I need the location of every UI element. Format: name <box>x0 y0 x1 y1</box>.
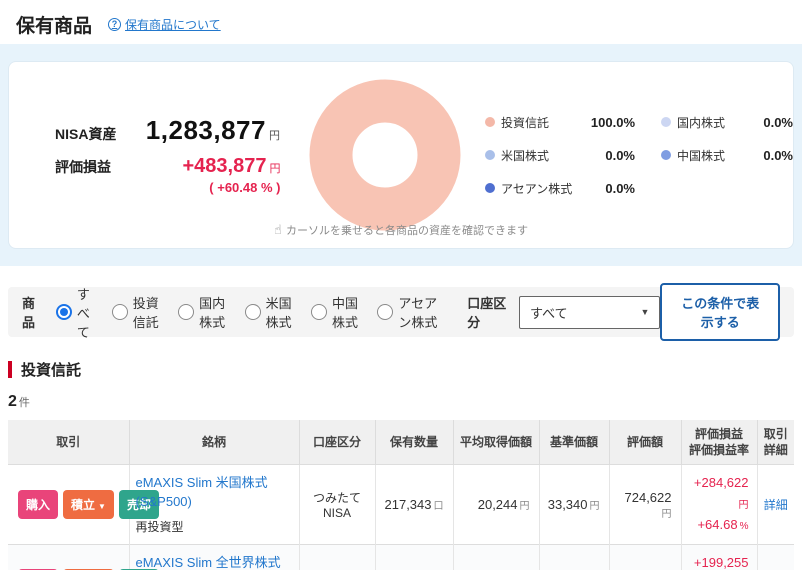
nav-cell: 33,340 円 <box>539 464 610 545</box>
value-cell: 559,255円 <box>609 543 682 570</box>
chart-hover-hint: ☝ カーソルを乗せると各商品の資産を確認できます <box>274 222 528 237</box>
donut-svg <box>309 79 461 231</box>
radio-icon <box>55 304 72 320</box>
product-radio-group: すべて 投資信託 国内株式 米国株式 中国株式 アセアン株式 <box>55 284 449 341</box>
buy-button[interactable]: 購入 <box>18 490 59 520</box>
radio-icon <box>178 304 195 320</box>
pl-rate: ( +60.48 % ) <box>209 180 281 195</box>
legend-item-asean-stock: アセアン株式 0.0% <box>485 180 635 197</box>
holdings-table: 取引 銘柄 口座区分 保有数量 平均取得価額 基準価額 評価額 評価損益 評価損… <box>8 420 794 570</box>
col-fund: 銘柄 <box>129 420 300 465</box>
asset-summary: NISA資産 1,283,877 円 評価損益 +483,877 円 ( +60.4… <box>55 106 280 204</box>
col-trade: 取引 <box>8 420 130 465</box>
nav-cell: 27,258円 <box>539 543 610 570</box>
result-count: 2件 <box>8 393 30 410</box>
col-nav: 基準価額 <box>539 420 610 465</box>
account-type-cell: つみたてNISA <box>299 464 376 545</box>
question-icon: ? <box>108 17 122 31</box>
section-title: 投資信託 <box>21 362 82 379</box>
asset-value: 1,283,877 円 <box>145 115 281 145</box>
caret-down-icon: ▼ <box>640 307 650 317</box>
pl-value-block: +483,877 円 ( +60.48 % ) <box>182 155 281 195</box>
radio-domestic-stock[interactable]: 国内株式 <box>178 293 231 331</box>
legend-dot-icon <box>485 117 495 127</box>
quantity-cell: 205,171口 <box>375 543 454 570</box>
radio-china-stock[interactable]: 中国株式 <box>310 293 364 331</box>
summary-card: NISA資産 1,283,877 円 評価損益 +483,877 円 ( +60.4… <box>8 61 794 249</box>
account-type-label: 口座区分 <box>467 296 507 330</box>
detail-link[interactable]: 詳細 <box>764 498 788 512</box>
legend-dot-icon <box>661 150 671 160</box>
radio-icon <box>310 304 327 320</box>
col-pl: 評価損益 評価損益率 <box>681 420 758 465</box>
col-avg-price: 平均取得価額 <box>453 420 540 465</box>
radio-us-stock[interactable]: 米国株式 <box>244 293 298 331</box>
legend-dot-icon <box>485 183 495 193</box>
product-filter-label: 商品 <box>22 296 36 330</box>
radio-toushin[interactable]: 投資信託 <box>111 293 165 331</box>
quantity-cell: 217,343 口 <box>375 464 454 545</box>
table-header-row: 取引 銘柄 口座区分 保有数量 平均取得価額 基準価額 評価額 評価損益 評価損… <box>8 420 794 465</box>
radio-icon <box>111 304 128 320</box>
legend-dot-icon <box>661 117 671 127</box>
table-row: 購入 積立▼ 売却 eMAXIS Slim 全世界株式(オール・カントリー) 再… <box>8 543 794 570</box>
legend-item-us-stock: 米国株式 0.0% <box>485 147 635 164</box>
value-cell: 724,622円 <box>609 464 682 545</box>
fund-name-link[interactable]: eMAXIS Slim 米国株式(S&P500) <box>136 474 293 512</box>
pl-cell: +199,255円 +55.34% <box>681 543 758 570</box>
table-row: 購入 積立 ▼ 売却 eMAXIS Slim 米国株式(S&P500) 再投資型 … <box>8 464 794 545</box>
account-type-cell: つみたてNISA <box>299 543 376 570</box>
page-header: 保有商品 ? 保有商品について <box>0 0 802 44</box>
radio-asean-stock[interactable]: アセアン株式 <box>377 293 449 331</box>
hand-cursor-icon: ☝ <box>274 222 282 237</box>
col-quantity: 保有数量 <box>375 420 454 465</box>
pl-label: 評価損益 <box>55 159 111 175</box>
radio-icon <box>377 304 394 320</box>
apply-filter-button[interactable]: この条件で表示する <box>660 283 780 341</box>
allocation-donut-chart[interactable] <box>306 79 463 231</box>
col-value: 評価額 <box>609 420 682 465</box>
radio-all[interactable]: すべて <box>55 284 99 341</box>
pl-cell: +284,622円 +64.68% <box>681 464 758 545</box>
donut-segment-toushin[interactable] <box>309 79 461 231</box>
page-title: 保有商品 <box>16 15 93 37</box>
chart-legend: 投資信託 100.0% 米国株式 0.0% アセアン株式 0.0% 国内株式 0… <box>485 106 793 205</box>
yen-unit: 円 <box>269 163 281 175</box>
yen-unit: 円 <box>268 130 281 142</box>
radio-icon <box>244 304 261 320</box>
col-detail: 取引 詳細 <box>757 420 794 465</box>
caret-down-icon: ▼ <box>98 502 106 512</box>
filter-bar: 商品 すべて 投資信託 国内株式 米国株式 中国株式 アセアン株式 口座区分 す… <box>8 283 794 341</box>
tsumitate-button[interactable]: 積立▼ <box>63 490 114 520</box>
account-type-select[interactable]: すべて ▼ <box>519 295 661 329</box>
col-account: 口座区分 <box>299 420 376 465</box>
legend-item-domestic-stock: 国内株式 0.0% <box>661 114 793 131</box>
legend-item-toushin: 投資信託 100.0% <box>485 114 635 131</box>
section-header: 投資信託 <box>8 359 802 380</box>
legend-dot-icon <box>485 150 495 160</box>
about-holdings-label: 保有商品について <box>125 17 221 32</box>
fund-subtype: 再投資型 <box>135 519 184 534</box>
fund-name-link[interactable]: eMAXIS Slim 全世界株式(オール・カントリー) <box>136 554 293 570</box>
summary-band: NISA資産 1,283,877 円 評価損益 +483,877 円 ( +60.4… <box>0 44 802 266</box>
avg-price-cell: 17,546円 <box>453 543 540 570</box>
avg-price-cell: 20,244 円 <box>453 464 540 545</box>
asset-label: NISA資産 <box>55 126 117 142</box>
about-holdings-link[interactable]: ? 保有商品について <box>108 16 221 33</box>
legend-item-china-stock: 中国株式 0.0% <box>661 147 793 164</box>
section-accent-bar <box>8 361 12 378</box>
